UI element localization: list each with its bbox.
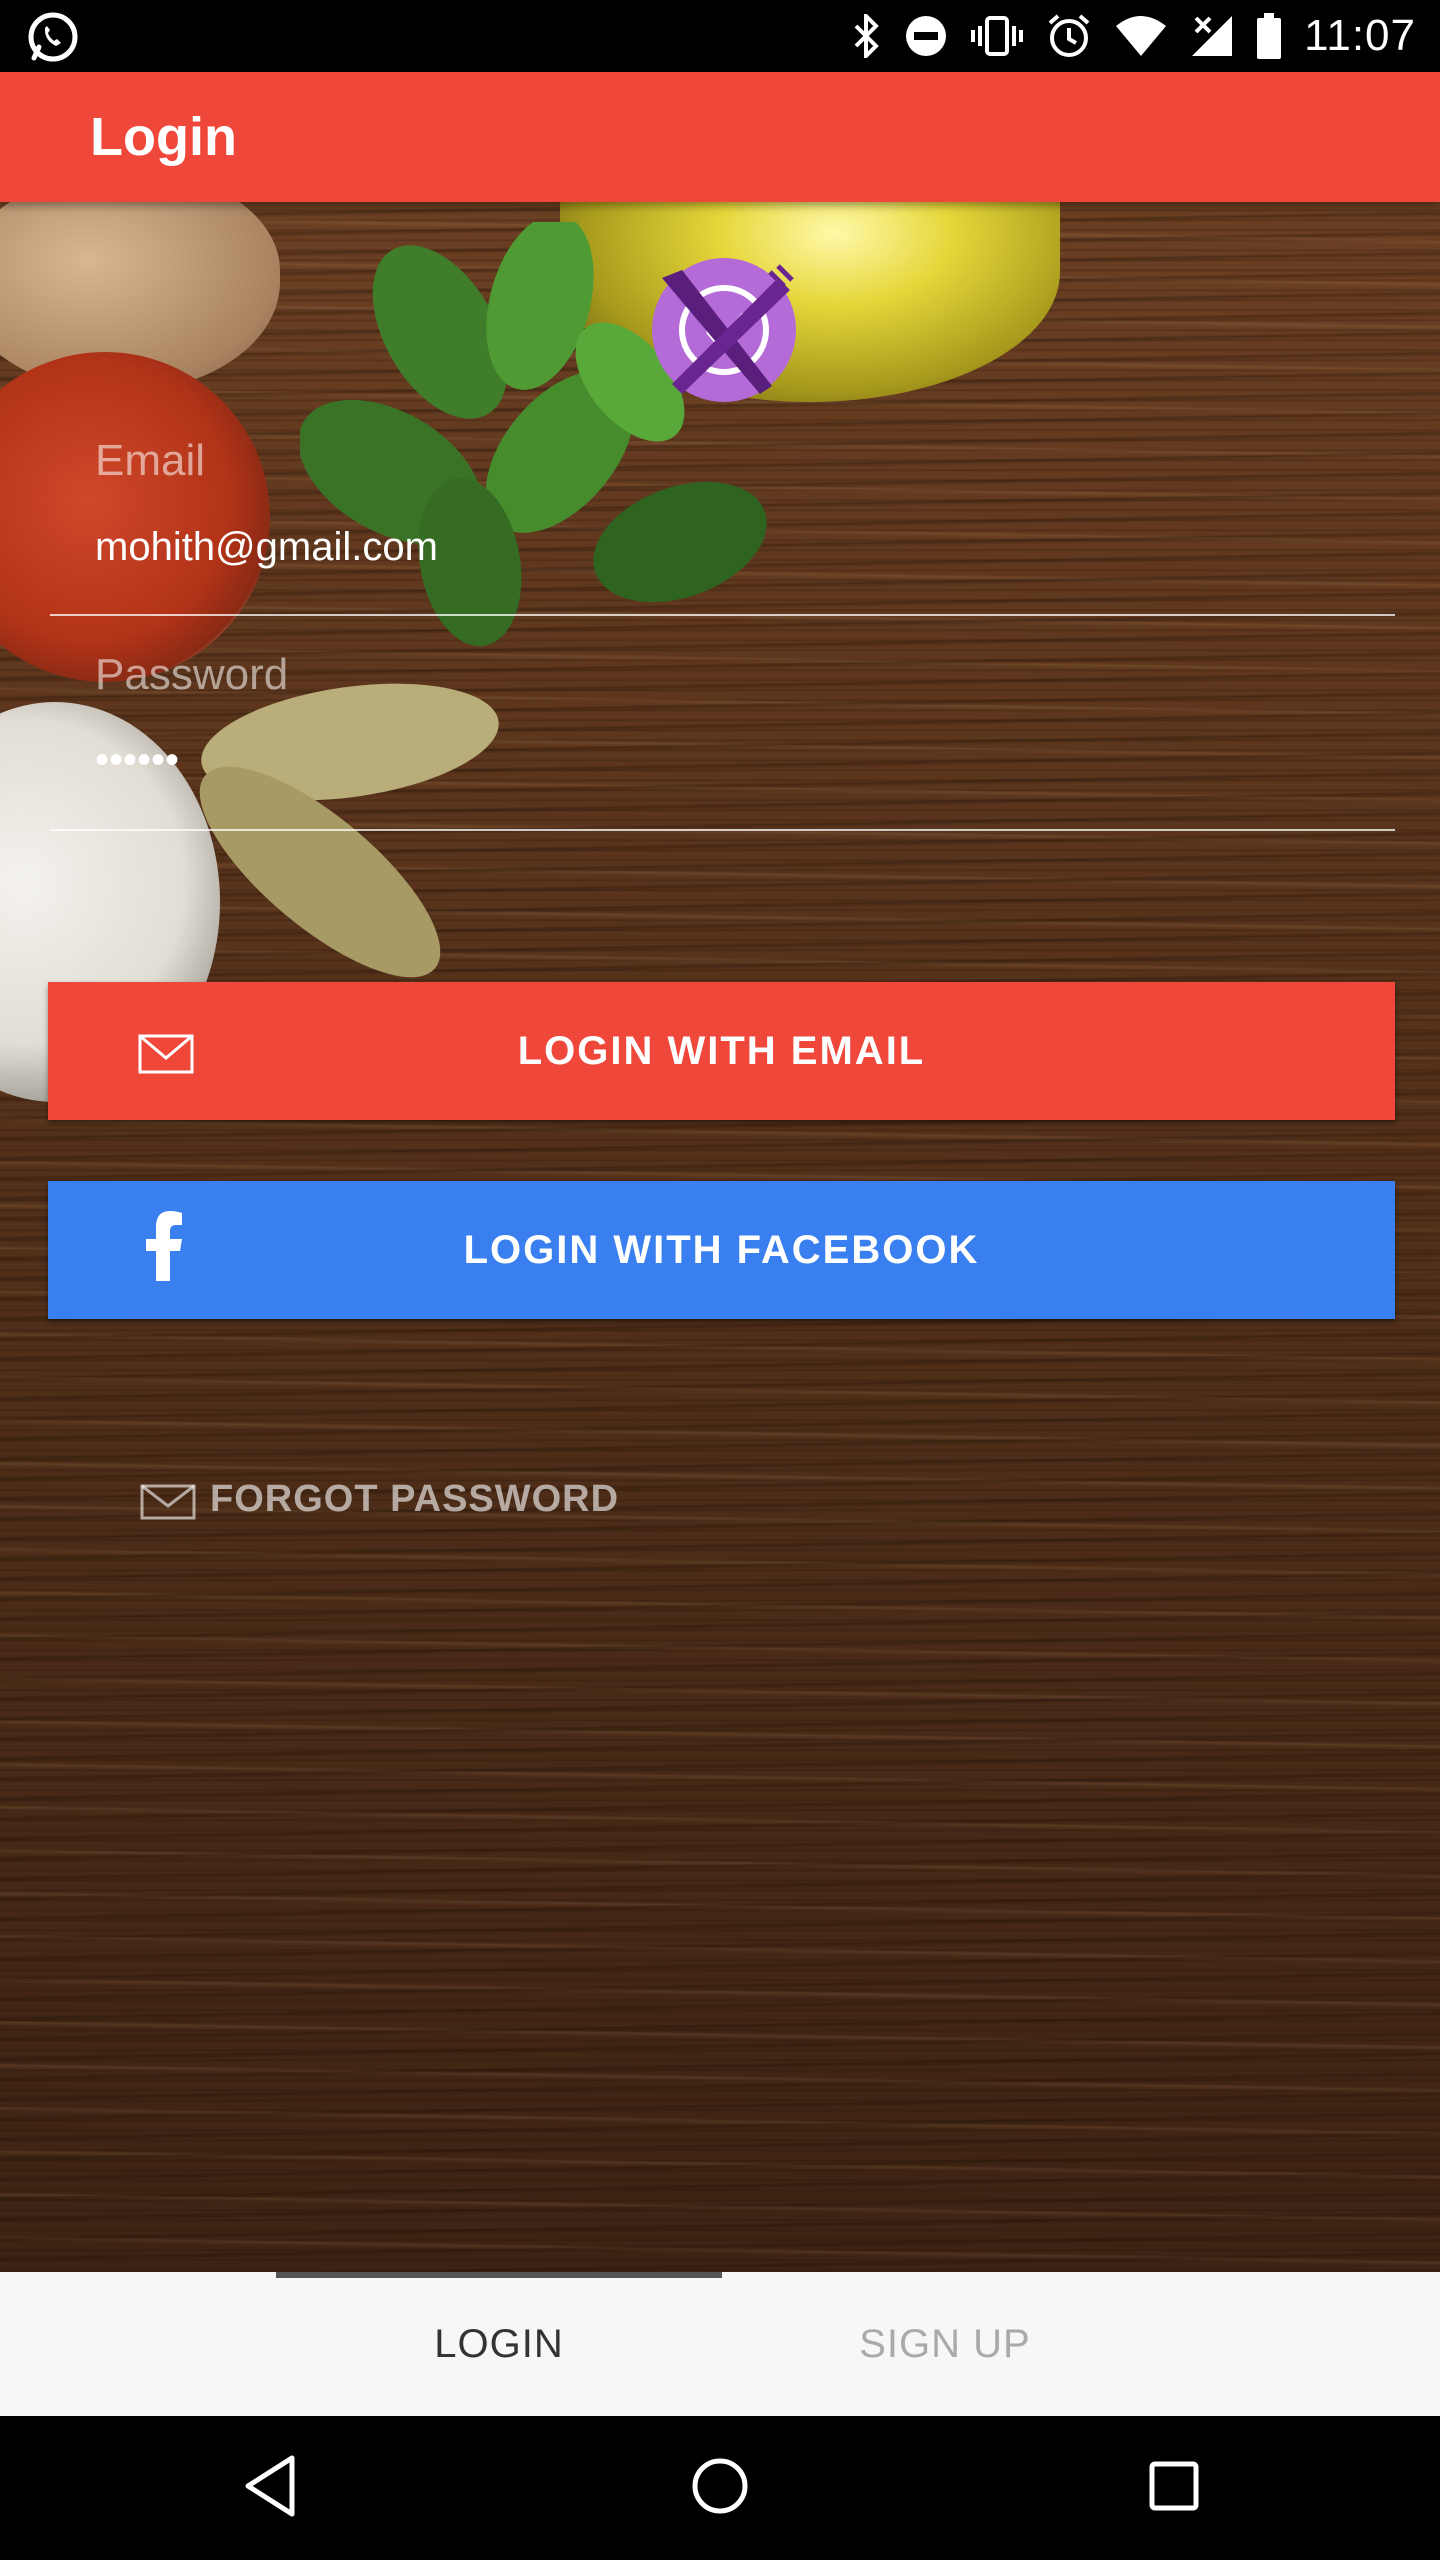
password-field[interactable]: •••••• <box>95 738 179 783</box>
app-bar: Login <box>0 72 1440 202</box>
login-with-facebook-label: LOGIN WITH FACEBOOK <box>463 1227 980 1272</box>
status-bar: 11:07 <box>0 0 1440 72</box>
tab-login[interactable]: LOGIN <box>276 2272 722 2416</box>
envelope-icon <box>138 1016 194 1096</box>
email-label: Email <box>95 436 206 485</box>
signal-icon <box>1192 16 1233 56</box>
whatsapp-icon <box>26 10 80 64</box>
back-icon[interactable] <box>240 2454 300 2518</box>
tab-sign-up[interactable]: SIGN UP <box>722 2272 1168 2416</box>
bottom-tabs: LOGIN SIGN UP <box>0 2272 1440 2416</box>
login-with-facebook-button[interactable]: LOGIN WITH FACEBOOK <box>48 1181 1395 1319</box>
forgot-password-label: FORGOT PASSWORD <box>210 1478 620 1520</box>
bluetooth-icon <box>854 14 879 58</box>
home-icon[interactable] <box>690 2454 750 2518</box>
page-title: Login <box>90 107 237 167</box>
forgot-password-link[interactable]: FORGOT PASSWORD <box>140 1478 619 1521</box>
vibrate-icon <box>971 16 1024 56</box>
recents-icon[interactable] <box>1144 2454 1204 2518</box>
battery-icon <box>1257 13 1282 59</box>
facebook-icon <box>144 1211 184 1291</box>
password-label: Password <box>95 650 289 699</box>
status-time: 11:07 <box>1304 11 1416 60</box>
do-not-disturb-icon <box>906 16 947 56</box>
email-underline <box>50 614 1395 616</box>
login-with-email-label: LOGIN WITH EMAIL <box>517 1028 926 1073</box>
wifi-icon <box>1116 16 1167 56</box>
login-with-email-button[interactable]: LOGIN WITH EMAIL <box>48 982 1395 1120</box>
alarm-icon <box>1048 14 1090 57</box>
password-underline <box>50 829 1395 831</box>
envelope-icon <box>140 1484 196 1519</box>
restaurant-logo-icon <box>652 258 796 402</box>
navigation-bar <box>0 2416 1440 2560</box>
email-field[interactable]: mohith@gmail.com <box>95 525 438 570</box>
